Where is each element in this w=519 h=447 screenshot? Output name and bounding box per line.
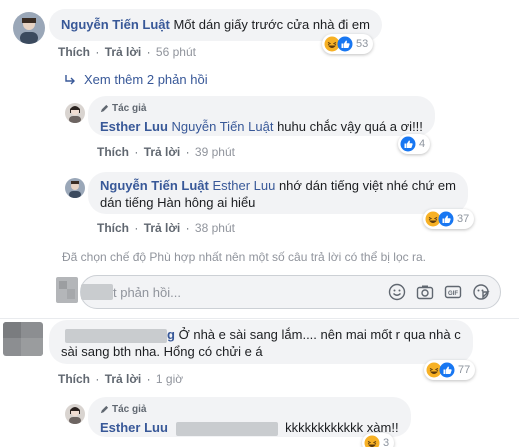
like-icon [337,36,353,52]
reply-text-line1: nhớ dán tiếng việt nhé chứ em [278,178,456,193]
like-icon [438,211,454,227]
redacted-block [81,284,113,300]
pencil-icon [100,104,109,113]
reaction-count: 4 [419,138,426,150]
reply-author[interactable]: Esther Luu [100,119,168,134]
reaction-badge[interactable]: 53 [322,34,374,54]
reaction-count: 37 [457,213,470,225]
mention-link[interactable]: Nguyễn Tiến Luật [172,119,274,134]
camera-icon[interactable] [416,283,434,301]
reply-button[interactable]: Trả lời [105,45,142,59]
like-button[interactable]: Thích [58,372,90,386]
comment-actions: Thích · Trả lời · 1 giờ [58,372,184,386]
reaction-count: 3 [383,437,390,447]
avatar[interactable] [65,103,85,123]
author-tag-label: Tác giả [112,103,147,114]
reply-actions: Thích · Trả lời · 39 phút [97,145,235,159]
gif-icon[interactable]: GIF [444,283,462,301]
composer-icons: GIF [388,283,490,301]
reply-bubble: Nguyễn Tiến Luật Esther Luu nhớ dán tiến… [88,172,468,214]
divider [0,318,519,319]
redacted-name [65,328,167,343]
comment-bubble: g Ở nhà e sài sang lắm.... nên mai mốt r… [49,320,473,364]
composer-avatar [56,277,78,303]
view-more-replies-label: Xem thêm 2 phản hồi [84,72,208,87]
haha-icon [364,435,380,447]
reply-bubble: Tác giả Esther Luu Nguyễn Tiến Luật huhu… [88,96,435,136]
avatar[interactable] [65,178,85,198]
reply-button[interactable]: Trả lời [105,372,142,386]
reply-author[interactable]: Esther Luu [100,420,168,435]
reply-button[interactable]: Trả lời [144,145,181,159]
reply-bubble: Tác giả Esther Luu kkkkkkkkkkkk xàm!! [88,397,411,437]
comment-actions: Thích · Trả lời · 56 phút [58,45,196,59]
like-button[interactable]: Thích [97,145,129,159]
author-tag: Tác giả [100,100,423,117]
comment-text-line1: Ở nhà e sài sang lắm.... nên mai mốt r q… [178,327,461,342]
author-tag-label: Tác giả [112,404,147,415]
reply-input[interactable]: t phản hồi... GIF [80,275,501,309]
reaction-badge[interactable]: 4 [398,134,431,154]
reaction-badge[interactable]: 37 [423,209,475,229]
reply-placeholder: t phản hồi... [113,284,181,300]
comment-text: Mốt dán giấy trước cửa nhà đi em [173,17,370,32]
reply-actions: Thích · Trả lời · 38 phút [97,221,235,235]
like-icon [400,136,416,152]
author-tag: Tác giả [100,401,399,418]
emoji-icon[interactable] [388,283,406,301]
avatar[interactable] [65,404,85,424]
reaction-count: 77 [458,364,471,376]
svg-text:GIF: GIF [448,291,458,297]
like-button[interactable]: Thích [58,45,90,59]
timestamp[interactable]: 1 giờ [156,372,183,386]
reply-text-line2: dán tiếng Hàn hông ai hiểu [100,195,256,210]
reply-text: huhu chắc vậy quá a ơi!!! [277,119,423,134]
redacted-mention [175,421,278,436]
reaction-badge[interactable]: 77 [424,360,476,380]
view-more-replies-link[interactable]: Xem thêm 2 phản hồi [64,72,208,87]
timestamp[interactable]: 39 phút [195,145,235,159]
avatar[interactable] [3,322,43,356]
comment-text-line2: sài sang bth nha. Hổng có chửi e á [61,344,263,359]
like-button[interactable]: Thích [97,221,129,235]
filter-notice: Đã chọn chế độ Phù hợp nhất nên một số c… [62,250,426,264]
pencil-icon [100,405,109,414]
reaction-badge[interactable]: 3 [362,433,395,447]
timestamp[interactable]: 38 phút [195,221,235,235]
reply-arrow-icon [65,74,75,84]
like-icon [439,362,455,378]
avatar[interactable] [13,12,45,44]
comment-author[interactable]: g [167,327,175,342]
reply-button[interactable]: Trả lời [144,221,181,235]
reaction-count: 53 [356,38,369,50]
reply-author[interactable]: Nguyễn Tiến Luật [100,178,209,193]
sticker-icon[interactable] [472,283,490,301]
mention-link[interactable]: Esther Luu [212,178,275,193]
comment-author[interactable]: Nguyễn Tiến Luật [61,17,170,32]
timestamp[interactable]: 56 phút [156,45,196,59]
